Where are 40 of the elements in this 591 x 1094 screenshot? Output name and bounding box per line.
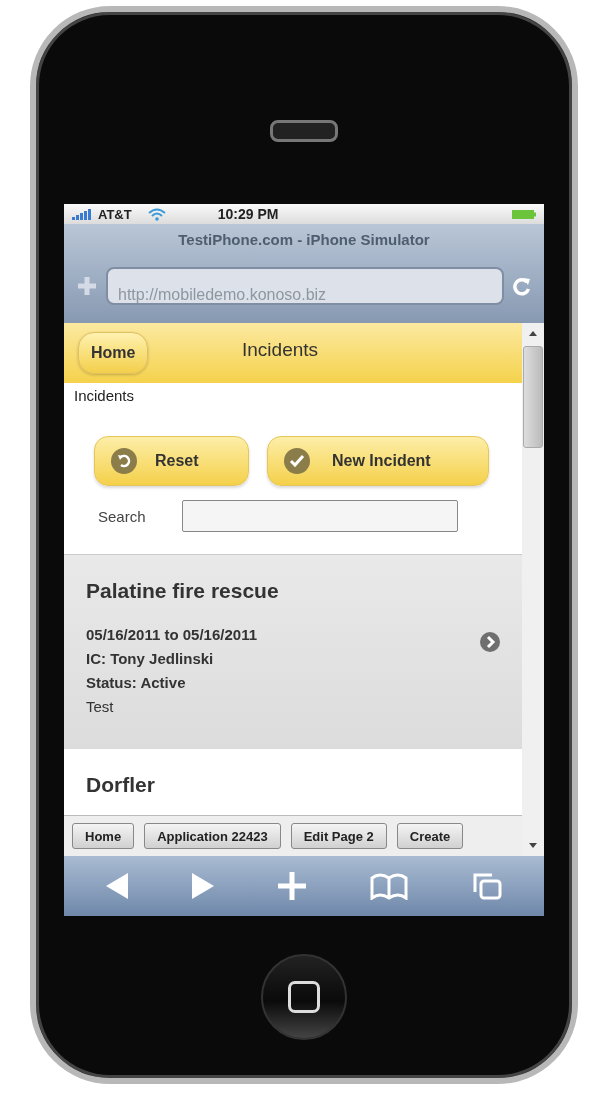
incident-dates: 05/16/2011 to 05/16/2011 (86, 625, 258, 645)
incident-note: Test (86, 697, 115, 717)
incident-commander: IC: Tony Jedlinski (86, 649, 215, 669)
plus-icon[interactable] (76, 275, 98, 297)
chevron-icon (480, 632, 500, 652)
reload-icon[interactable] (512, 276, 532, 296)
wifi-icon (147, 207, 166, 221)
toolbar-button[interactable]: Application 22423 (144, 823, 281, 849)
scroll-up-icon[interactable] (529, 331, 537, 336)
breadcrumb: Incidents (73, 386, 136, 404)
search-label: Search (98, 507, 146, 525)
incident-status: Status: Active (86, 673, 187, 693)
toolbar-button[interactable]: Home (72, 823, 135, 849)
home-button[interactable]: Home (78, 332, 149, 374)
book-icon[interactable] (370, 872, 408, 900)
page-title: Incidents (242, 339, 319, 361)
browser-title: TestiPhone.com - iPhone Simulator (177, 230, 431, 250)
battery-icon (512, 209, 536, 219)
carrier-name: AT&T (98, 206, 132, 222)
incident-title: Palatine fire rescue (86, 579, 280, 603)
square-icon (288, 981, 320, 1013)
search-field[interactable] (181, 500, 458, 532)
scrollbar[interactable] (522, 323, 544, 856)
back-icon[interactable] (106, 873, 128, 899)
speaker-slot (270, 120, 338, 142)
signal-icon (72, 208, 92, 220)
clock-time: 10:29 PM (217, 206, 279, 222)
pages-icon[interactable] (472, 872, 502, 900)
incident-item[interactable]: Palatine fire rescue 05/16/2011 to 05/16/2011 IC: Tony Jedlinski Status: Active Test (64, 555, 522, 749)
forward-icon[interactable] (192, 873, 214, 899)
add-icon[interactable] (278, 872, 306, 900)
toolbar-button[interactable]: Create (396, 823, 464, 849)
scroll-down-icon[interactable] (529, 843, 537, 848)
check-icon (284, 448, 310, 474)
scroll-thumb[interactable] (523, 346, 543, 448)
new-incident-button[interactable]: New Incident (267, 436, 489, 486)
reset-button[interactable]: Reset (94, 436, 249, 486)
toolbar-button[interactable]: Edit Page 2 (290, 823, 387, 849)
undo-icon (111, 448, 137, 474)
incident-title: Dorfler (86, 773, 156, 797)
